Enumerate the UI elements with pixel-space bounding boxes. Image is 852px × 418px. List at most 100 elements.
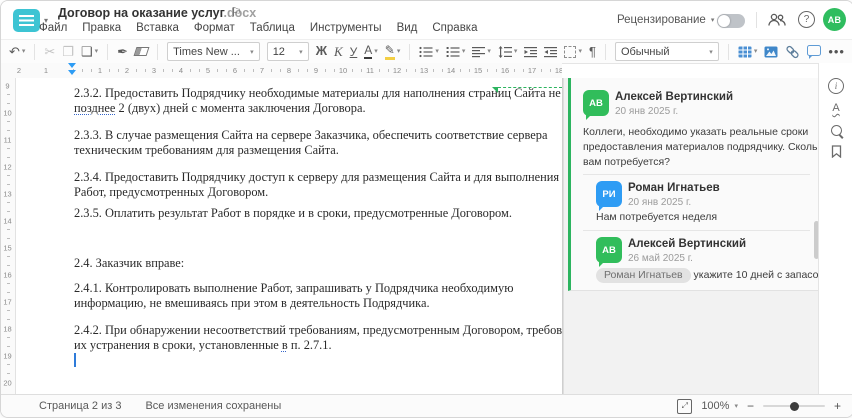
ruler-number: 18 [1, 324, 14, 334]
highlight-color-button[interactable]: ✎ ▾ [384, 44, 401, 60]
horizontal-ruler[interactable]: 21123456789101112131415161718 [15, 63, 562, 79]
underline-button[interactable]: У [350, 46, 358, 58]
paragraph-shading-button[interactable]: ▾ [564, 45, 582, 58]
copy-button[interactable]: ❐ [62, 45, 74, 58]
header: ▾ Договор на оказание услуг.docx ⚐ Файл П… [1, 1, 852, 39]
review-mode-button[interactable]: Рецензирование ▾ [617, 14, 714, 26]
ruler-number: 4 [176, 66, 186, 75]
page-indicator[interactable]: Страница 2 из 3 [39, 400, 121, 412]
vertical-ruler[interactable]: 9 10 11 12 13 14 15 16 17 18 19 20 [1, 78, 16, 394]
chevron-down-icon: ▾ [94, 48, 99, 55]
ruler-number: 12 [390, 66, 404, 75]
insert-image-button[interactable] [764, 46, 778, 58]
decrease-indent-button[interactable] [524, 46, 538, 58]
increase-indent-button[interactable] [544, 46, 558, 58]
flag-icon[interactable]: ⚐ [231, 5, 242, 19]
menu-item[interactable]: Таблица [250, 22, 295, 34]
zoom-in-button[interactable]: + [834, 399, 841, 413]
ruler-number: 5 [203, 66, 213, 75]
zoom-out-button[interactable]: − [747, 399, 754, 413]
numbered-list-button[interactable]: ▾ [446, 46, 465, 58]
italic-button[interactable]: К [334, 45, 343, 58]
doc-line: информацию, не вмешиваясь при этом в дея… [74, 296, 430, 310]
ruler-number: 19 [1, 351, 14, 361]
chevron-down-icon: ▾ [709, 48, 713, 56]
ruler-number: 10 [336, 66, 350, 75]
chevron-down-icon: ▾ [435, 48, 439, 55]
paragraph-style-select[interactable]: Обычный ▾ [614, 42, 719, 61]
ruler-number: 3 [149, 66, 159, 75]
bold-button[interactable]: Ж [316, 45, 327, 58]
menu-item[interactable]: Файл [39, 22, 67, 34]
help-icon[interactable]: ? [798, 11, 815, 28]
comment-date: 26 май 2025 г. [628, 253, 693, 264]
font-color-icon: А [364, 43, 373, 59]
ruler-number: 16 [498, 66, 512, 75]
collaborators-icon[interactable] [767, 13, 787, 32]
clear-style-button[interactable] [133, 47, 150, 56]
font-size-select[interactable]: 12 ▾ [266, 42, 309, 61]
ruler-number: 11 [1, 135, 14, 145]
font-name-select[interactable]: Times New ... ▾ [167, 42, 260, 61]
spellcheck-icon[interactable]: А [832, 103, 839, 114]
insert-link-button[interactable] [785, 45, 800, 59]
review-toggle[interactable] [717, 14, 745, 28]
format-painter-button[interactable]: ✒ [117, 45, 128, 58]
app-logo-icon[interactable] [13, 9, 40, 32]
doc-line: 2.3.5. Оплатить результат Работ в порядк… [74, 206, 512, 220]
bullet-list-button[interactable]: ▾ [419, 46, 439, 58]
fit-width-icon[interactable]: ⤢ [677, 398, 693, 414]
insert-table-button[interactable]: ▾ [738, 46, 757, 58]
undo-button[interactable]: ↶ ▾ [9, 45, 25, 58]
zoom-select[interactable]: 100% ▾ [701, 400, 738, 412]
ruler-number: 18 [552, 66, 562, 75]
zoom-slider[interactable] [762, 401, 825, 411]
copy-icon: ❐ [62, 44, 74, 59]
line-spacing-button[interactable]: ▾ [498, 45, 518, 58]
info-icon[interactable]: i [828, 78, 844, 94]
menu-item[interactable]: Правка [82, 22, 121, 34]
ruler-number: 16 [1, 270, 14, 280]
font-color-button[interactable]: А ▾ [364, 44, 378, 59]
menu-item[interactable]: Инструменты [310, 22, 382, 34]
cut-button[interactable]: ✂ [44, 45, 55, 58]
ruler-number: 14 [444, 66, 458, 75]
ruler-ticks [7, 85, 10, 390]
ruler-number: 8 [284, 66, 294, 75]
ruler-number: 9 [1, 81, 14, 91]
cut-icon: ✂ [44, 44, 56, 59]
ruler-number: 15 [1, 243, 14, 253]
chevron-down-icon: ▾ [21, 48, 26, 55]
comment-thread[interactable]: АВ Алексей Вертинский 20 янв 2025 г. Кол… [568, 78, 852, 291]
toolbar-more-button[interactable]: ••• [828, 44, 845, 59]
menu-item[interactable]: Вид [397, 22, 418, 34]
zoom-slider-thumb[interactable] [789, 401, 799, 411]
nonprinting-characters-button[interactable]: ¶ [589, 45, 596, 58]
chevron-down-icon: ▾ [487, 48, 491, 55]
eraser-icon [133, 47, 150, 56]
ruler-number: 6 [230, 66, 240, 75]
chevron-down-icon: ▾ [299, 48, 303, 56]
document-page[interactable]: 2.3.2. Предоставить Подрядчику необходим… [16, 78, 563, 394]
align-button[interactable]: ▾ [472, 46, 491, 58]
chevron-down-icon: ▾ [578, 48, 582, 55]
insert-comment-button[interactable] [807, 45, 822, 59]
chevron-down-icon: ▾ [396, 48, 401, 55]
mention-chip[interactable]: Роман Игнатьев [596, 268, 691, 283]
doc-line: 2.4.2. При обнаружении несоответствий тр… [74, 323, 563, 337]
doc-line: 2.3.4. Предоставить Подрядчику доступ к … [74, 170, 560, 184]
toolbar-divider [409, 43, 411, 60]
paste-button[interactable]: ❑ ▾ [81, 45, 98, 58]
bookmark-icon[interactable] [831, 145, 842, 163]
user-avatar[interactable]: АВ [823, 8, 846, 31]
comment-anchor-line [498, 87, 562, 88]
chevron-down-icon: ▾ [513, 48, 518, 55]
highlight-icon: ✎ [384, 44, 395, 60]
undo-icon: ↶ [9, 44, 20, 59]
menu-item[interactable]: Справка [432, 22, 477, 34]
menu-item[interactable]: Формат [194, 22, 235, 34]
ruler-number: 7 [257, 66, 267, 75]
ruler-corner [1, 63, 15, 78]
menu-item[interactable]: Вставка [136, 22, 179, 34]
search-icon[interactable] [830, 125, 842, 136]
